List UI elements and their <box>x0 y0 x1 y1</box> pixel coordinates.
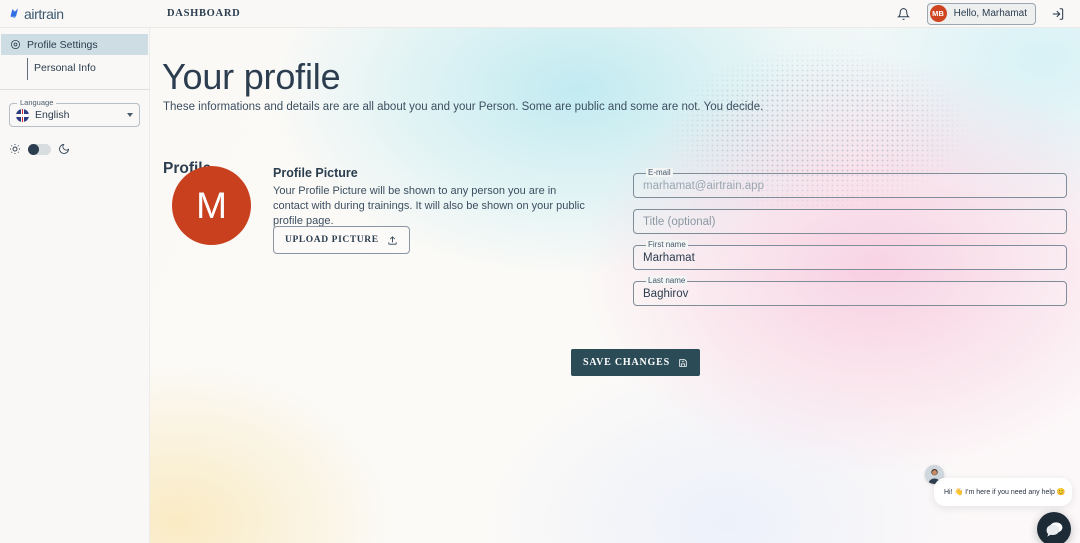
save-changes-label: SAVE CHANGES <box>583 357 670 368</box>
last-name-field-label: Last name <box>642 276 692 285</box>
sidebar-item-label: Profile Settings <box>27 38 98 51</box>
logout-button[interactable] <box>1046 2 1070 26</box>
upload-icon <box>388 235 397 245</box>
save-icon <box>679 358 687 367</box>
email-field-label: E-mail <box>642 168 677 177</box>
header-actions: MB Hello, Marhamat <box>891 0 1080 28</box>
switch-knob <box>28 143 39 155</box>
page-title: Your profile <box>162 56 341 97</box>
email-input[interactable] <box>634 174 1066 197</box>
avatar: MB <box>929 5 947 22</box>
user-menu-button[interactable]: MB Hello, Marhamat <box>926 2 1036 25</box>
chat-bubbles-icon <box>1046 521 1062 537</box>
chat-launcher-button[interactable] <box>1037 512 1071 543</box>
language-value: English <box>35 109 70 121</box>
first-name-field-wrapper: First name <box>633 240 1067 270</box>
save-changes-button[interactable]: SAVE CHANGES <box>571 349 700 376</box>
sidebar-item-personal-info[interactable]: Personal Info <box>29 58 149 77</box>
email-field-wrapper: E-mail <box>633 168 1067 198</box>
page-subtitle: These informations and details are are a… <box>163 101 764 113</box>
language-select[interactable]: Language English <box>9 98 140 127</box>
profile-picture-description: Your Profile Picture will be shown to an… <box>273 185 585 227</box>
upload-picture-button[interactable]: UPLOAD PICTURE <box>273 226 410 254</box>
main-content: Your profile These informations and deta… <box>150 28 1080 543</box>
chevron-down-icon <box>127 113 133 117</box>
logout-icon <box>1052 7 1064 20</box>
last-name-input[interactable] <box>634 282 1066 305</box>
user-greeting: Hello, Marhamat <box>953 8 1027 19</box>
first-name-field-label: First name <box>642 240 692 249</box>
title-input[interactable] <box>634 210 1066 233</box>
theme-toggle-row <box>9 143 149 155</box>
profile-form: E-mail First name Last name <box>633 168 1067 317</box>
sidebar-item-profile-settings[interactable]: Profile Settings <box>1 34 148 55</box>
sidebar-subitem-label: Personal Info <box>34 61 96 74</box>
chat-greeting-text: Hi! 👋 I'm here if you need any help 😊 <box>944 489 1066 496</box>
language-label: Language <box>17 98 57 107</box>
target-icon <box>10 39 21 50</box>
sidebar-subgroup: Personal Info <box>0 58 149 80</box>
last-name-field-wrapper: Last name <box>633 276 1067 306</box>
app-logo[interactable]: airtrain <box>0 0 150 28</box>
notifications-button[interactable] <box>891 2 917 26</box>
chat-greeting-bubble[interactable]: Hi! 👋 I'm here if you need any help 😊 <box>934 478 1072 506</box>
sidebar-divider <box>0 89 150 90</box>
sun-icon <box>10 144 20 154</box>
upload-picture-label: UPLOAD PICTURE <box>285 235 379 245</box>
bell-icon <box>897 7 911 20</box>
logo-text: airtrain <box>24 5 64 22</box>
moon-icon <box>59 143 70 154</box>
title-field-wrapper <box>633 209 1067 234</box>
dashboard-label: DASHBOARD <box>167 8 241 19</box>
first-name-input[interactable] <box>634 246 1066 269</box>
theme-switch[interactable] <box>28 143 51 155</box>
profile-picture-title: Profile Picture <box>273 166 358 180</box>
sidebar: Profile Settings Personal Info Language … <box>0 28 150 543</box>
uk-flag-icon <box>16 108 29 122</box>
top-header: airtrain DASHBOARD MB Hello, Marhamat <box>0 0 1080 28</box>
airtrain-logo-mark-icon <box>10 8 18 18</box>
profile-avatar: M <box>172 166 251 245</box>
